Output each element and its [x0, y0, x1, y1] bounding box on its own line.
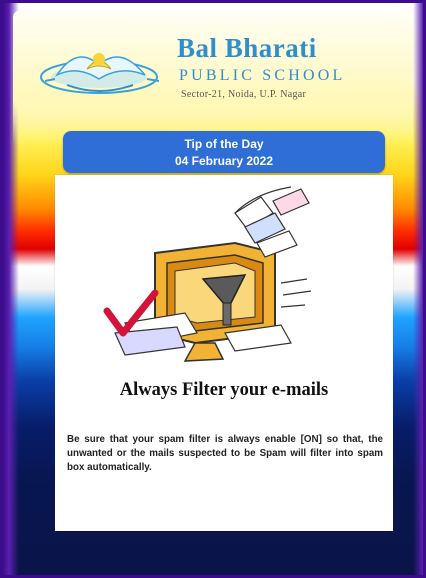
school-subtitle: PUBLIC SCHOOL [179, 67, 346, 84]
school-address: Sector-21, Noida, U.P. Nagar [181, 89, 307, 100]
tip-body: Be sure that your spam filter is always … [67, 434, 383, 473]
poster: Bal Bharati PUBLIC SCHOOL Sector-21, Noi… [0, 0, 426, 578]
tip-banner: Tip of the Day 04 February 2022 [63, 131, 385, 173]
school-logo-icon [40, 53, 160, 94]
school-name: Bal Bharati [177, 33, 317, 63]
email-filter-illustration-icon [103, 186, 312, 362]
tip-heading: Always Filter your e-mails [119, 380, 329, 400]
tip-card: Always Filter your e-mails Be sure that … [55, 175, 393, 531]
banner-date: 04 February 2022 [174, 154, 274, 168]
banner-title: Tip of the Day [184, 137, 264, 151]
school-header: Bal Bharati PUBLIC SCHOOL Sector-21, Noi… [37, 31, 397, 113]
